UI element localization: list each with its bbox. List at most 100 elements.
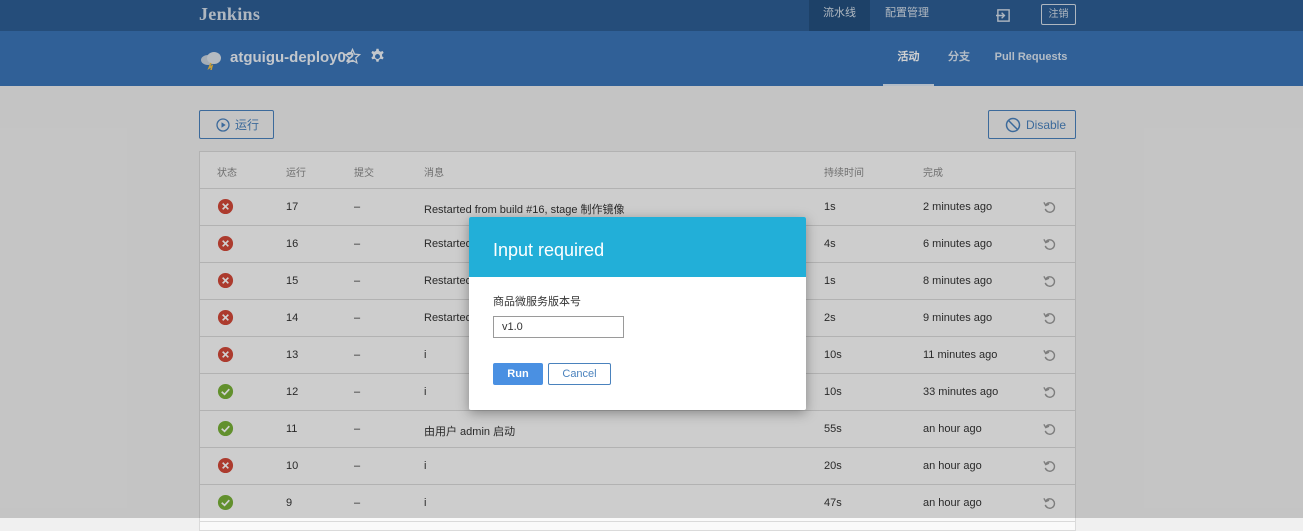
run-number: 17 xyxy=(286,201,299,213)
dialog-cancel-button[interactable]: Cancel xyxy=(548,363,611,385)
table-row[interactable]: 9 – i 47s an hour ago xyxy=(200,485,1075,522)
commit-id: – xyxy=(354,386,361,398)
run-message: Restarted from build #16, stage 制作镜像 xyxy=(424,204,625,216)
run-duration: 47s xyxy=(824,497,842,509)
commit-id: – xyxy=(354,201,361,213)
run-number: 9 xyxy=(286,497,293,509)
gear-icon[interactable] xyxy=(369,48,386,65)
run-message: Restarted xyxy=(424,275,472,287)
run-number: 15 xyxy=(286,275,299,287)
status-failed-icon xyxy=(217,235,234,252)
commit-id: – xyxy=(354,312,361,324)
replay-icon[interactable] xyxy=(1042,347,1057,363)
status-failed-icon xyxy=(217,198,234,215)
run-message: i xyxy=(424,386,427,398)
run-completed: 33 minutes ago xyxy=(923,386,999,398)
logout-button[interactable]: 注销 xyxy=(1041,4,1076,25)
replay-icon[interactable] xyxy=(1042,310,1057,326)
commit-id: – xyxy=(354,460,361,472)
version-field-label: 商品微服务版本号 xyxy=(493,296,581,308)
status-failed-icon xyxy=(217,346,234,363)
run-completed: 11 minutes ago xyxy=(923,349,998,361)
run-pipeline-label: 运行 xyxy=(235,118,260,132)
commit-id: – xyxy=(354,497,361,509)
input-required-dialog: Input required 商品微服务版本号 Run Cancel xyxy=(469,217,806,410)
table-row[interactable]: 11 – 由用户 admin 启动 55s an hour ago xyxy=(200,411,1075,448)
run-completed: an hour ago xyxy=(923,423,982,435)
status-success-icon xyxy=(217,494,234,511)
run-message: i xyxy=(424,349,427,361)
replay-icon[interactable] xyxy=(1042,384,1057,400)
run-message: Restarted xyxy=(424,238,472,250)
run-pipeline-button[interactable]: 运行 xyxy=(199,110,274,139)
run-completed: an hour ago xyxy=(923,460,982,472)
commit-id: – xyxy=(354,423,361,435)
header-duration: 持续时间 xyxy=(824,168,864,179)
run-message: Restarted xyxy=(424,312,472,324)
replay-icon[interactable] xyxy=(1042,273,1057,289)
disable-button[interactable]: Disable xyxy=(988,110,1076,139)
version-input[interactable] xyxy=(493,316,624,338)
run-number: 14 xyxy=(286,312,299,324)
status-failed-icon xyxy=(217,309,234,326)
exit-icon[interactable] xyxy=(996,8,1011,23)
run-completed: an hour ago xyxy=(923,497,982,509)
disable-label: Disable xyxy=(1026,117,1067,132)
jenkins-logo[interactable]: Jenkins xyxy=(199,4,260,25)
weather-cloudy-icon xyxy=(201,52,221,70)
run-number: 13 xyxy=(286,349,299,361)
header-commit: 提交 xyxy=(354,168,374,179)
status-failed-icon xyxy=(217,457,234,474)
run-duration: 55s xyxy=(824,423,842,435)
replay-icon[interactable] xyxy=(1042,421,1057,437)
replay-icon[interactable] xyxy=(1042,458,1057,474)
run-completed: 8 minutes ago xyxy=(923,275,993,287)
run-number: 16 xyxy=(286,238,299,250)
nav-pipelines[interactable]: 流水线 xyxy=(809,0,870,31)
tab-activity[interactable]: 活动 xyxy=(883,31,934,86)
prohibited-icon xyxy=(1005,117,1021,132)
replay-icon[interactable] xyxy=(1042,495,1057,511)
favorite-star-icon[interactable] xyxy=(344,48,361,65)
run-completed: 2 minutes ago xyxy=(923,201,993,213)
run-message: i xyxy=(424,497,427,509)
status-success-icon xyxy=(217,383,234,400)
commit-id: – xyxy=(354,349,361,361)
nav-administration[interactable]: 配置管理 xyxy=(871,0,943,31)
dialog-header: Input required xyxy=(469,217,806,277)
table-row[interactable]: 10 – i 20s an hour ago xyxy=(200,448,1075,485)
play-circle-icon xyxy=(216,117,230,132)
dialog-title: Input required xyxy=(493,240,605,260)
run-duration: 1s xyxy=(824,275,836,287)
run-duration: 20s xyxy=(824,460,842,472)
replay-icon[interactable] xyxy=(1042,236,1057,252)
job-name: atguigu-deploy02 xyxy=(230,49,355,66)
run-duration: 10s xyxy=(824,386,842,398)
tab-branches[interactable]: 分支 xyxy=(940,31,978,86)
run-completed: 9 minutes ago xyxy=(923,312,993,324)
header-run: 运行 xyxy=(286,168,306,179)
run-completed: 6 minutes ago xyxy=(923,238,993,250)
run-number: 12 xyxy=(286,386,299,398)
table-header: 状态 运行 提交 消息 持续时间 完成 xyxy=(200,152,1075,189)
header-status: 状态 xyxy=(217,168,237,179)
run-number: 10 xyxy=(286,460,299,472)
commit-id: – xyxy=(354,238,361,250)
header-message: 消息 xyxy=(424,168,444,179)
run-duration: 4s xyxy=(824,238,836,250)
top-navbar: Jenkins 流水线 配置管理 注销 xyxy=(0,0,1303,31)
run-message: i xyxy=(424,460,427,472)
dialog-run-button[interactable]: Run xyxy=(493,363,543,385)
replay-icon[interactable] xyxy=(1042,199,1057,215)
tab-pull-requests[interactable]: Pull Requests xyxy=(992,31,1070,86)
run-message: 由用户 admin 启动 xyxy=(424,426,516,438)
header-completed: 完成 xyxy=(923,168,943,179)
status-success-icon xyxy=(217,420,234,437)
commit-id: – xyxy=(354,275,361,287)
status-failed-icon xyxy=(217,272,234,289)
run-duration: 10s xyxy=(824,349,842,361)
run-duration: 2s xyxy=(824,312,836,324)
job-header: atguigu-deploy02 活动 分支 Pull Requests xyxy=(0,31,1303,86)
run-duration: 1s xyxy=(824,201,836,213)
run-number: 11 xyxy=(286,423,298,435)
